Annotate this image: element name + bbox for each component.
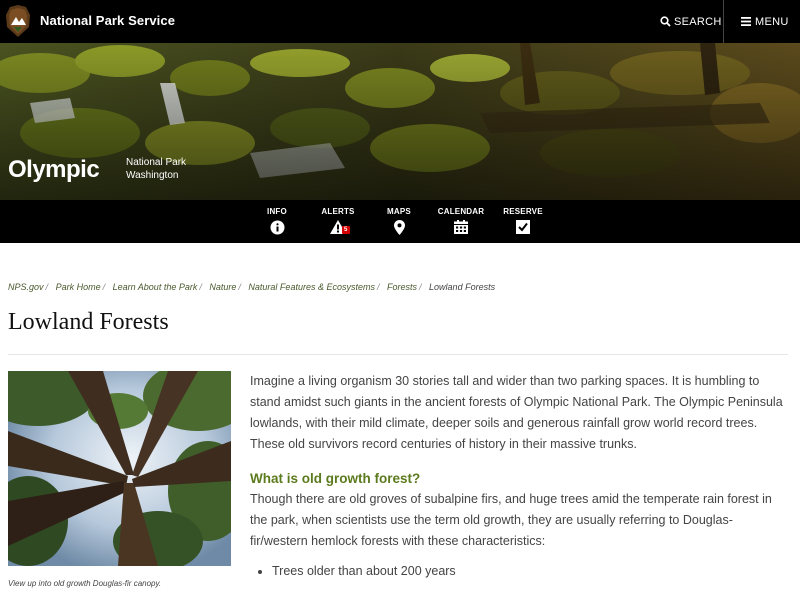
site-brand[interactable]: National Park Service — [40, 13, 175, 28]
park-title[interactable]: Olympic — [8, 156, 100, 184]
old-growth-paragraph: Though there are old groves of subalpine… — [250, 492, 772, 548]
section-heading: What is old growth forest? — [250, 471, 421, 486]
park-nav-reserve[interactable]: RESERVE — [493, 207, 553, 234]
list-item: Trees older than about 200 years — [272, 561, 790, 582]
search-button[interactable]: SEARCH — [652, 0, 730, 43]
breadcrumb-link-forests[interactable]: Forests — [387, 282, 417, 292]
breadcrumb-link-nps[interactable]: NPS.gov — [8, 282, 44, 292]
search-icon — [660, 16, 671, 27]
park-nav-calendar[interactable]: CALENDAR — [431, 207, 491, 234]
breadcrumb-link-features[interactable]: Natural Features & Ecosystems — [248, 282, 375, 292]
breadcrumb-current: Lowland Forests — [429, 282, 496, 292]
header-divider — [723, 0, 724, 43]
checkbox-icon — [516, 220, 530, 234]
info-circle-icon — [270, 220, 284, 235]
title-divider — [8, 354, 788, 355]
park-designation: National Park Washington — [126, 156, 186, 182]
douglas-fir-canopy-image — [8, 371, 231, 566]
breadcrumb-link-park-home[interactable]: Park Home — [56, 282, 101, 292]
park-nav-maps[interactable]: MAPS — [369, 207, 429, 235]
canopy-photo[interactable] — [8, 371, 231, 566]
map-pin-icon — [393, 220, 405, 235]
park-type: National Park — [126, 157, 187, 168]
characteristics-list: Trees older than about 200 years — [250, 561, 790, 582]
park-nav: INFO ALERTS 5 MAPS CALENDAR RESERVE — [0, 200, 800, 243]
park-nav-reserve-label: RESERVE — [503, 207, 543, 216]
calendar-icon — [454, 220, 468, 234]
breadcrumb-link-learn[interactable]: Learn About the Park — [113, 282, 198, 292]
park-nav-info[interactable]: INFO — [247, 207, 307, 235]
breadcrumb-link-nature[interactable]: Nature — [209, 282, 236, 292]
menu-label: MENU — [755, 15, 789, 28]
nps-arrowhead-logo[interactable] — [6, 5, 30, 37]
park-nav-alerts-label: ALERTS — [321, 207, 355, 216]
hamburger-icon — [741, 17, 751, 26]
alerts-count-badge: 5 — [342, 226, 350, 234]
search-label: SEARCH — [674, 15, 722, 28]
page-title: Lowland Forests — [8, 309, 169, 335]
park-nav-maps-label: MAPS — [387, 207, 411, 216]
park-nav-info-label: INFO — [267, 207, 287, 216]
park-state: Washington — [126, 170, 179, 181]
intro-paragraph: Imagine a living organism 30 stories tal… — [250, 374, 783, 451]
park-banner: Olympic National Park Washington — [0, 43, 800, 200]
park-nav-alerts[interactable]: ALERTS 5 — [308, 207, 368, 234]
mossy-stream-banner-image — [0, 43, 800, 200]
article-body: Imagine a living organism 30 stories tal… — [250, 371, 790, 582]
menu-button[interactable]: MENU — [733, 0, 797, 43]
image-caption: View up into old growth Douglas-fir cano… — [8, 579, 162, 588]
breadcrumb: NPS.gov / Park Home / Learn About the Park… — [8, 282, 496, 292]
park-nav-calendar-label: CALENDAR — [437, 207, 485, 216]
site-header: National Park Service SEARCH MENU — [0, 0, 800, 43]
